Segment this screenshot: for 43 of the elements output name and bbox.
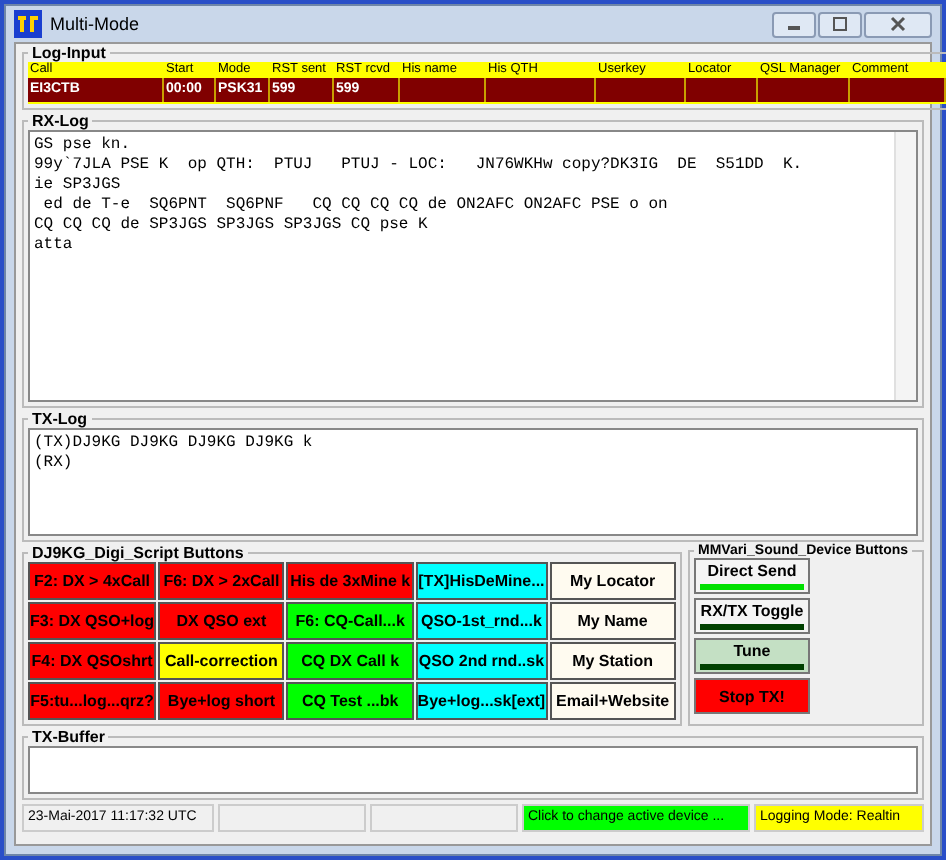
tx-buffer-field[interactable] <box>28 746 918 794</box>
tx-log-text[interactable]: (TX)DJ9KG DJ9KG DJ9KG DJ9KG k (RX) <box>28 428 918 536</box>
rx-log-text[interactable]: GS pse kn. 99y`7JLA PSE K op QTH: PTUJ PTUJ - LOC: JN76WKHw copy?DK3IG DE S51DD K. ie SP3JGS ed de T-e SQ6PNT SQ6PNF CQ CQ CQ CQ de ON2AFC ON2AFC PSE o on CQ CQ CQ de SP3JGS SP3JGS SP3JGS CQ pse K atta <box>28 130 918 402</box>
script-button[interactable]: CQ DX Call k <box>286 642 414 680</box>
group-title: Log-Input <box>30 44 108 62</box>
script-button[interactable]: Email+Website <box>549 682 676 720</box>
scrollbar[interactable] <box>894 132 916 400</box>
script-button[interactable]: Bye+log short <box>158 682 285 720</box>
device-button[interactable]: Direct Send <box>694 558 810 594</box>
device-button[interactable]: Tune <box>694 638 810 674</box>
script-button[interactable]: F2: DX > 4xCall <box>28 562 157 600</box>
script-button[interactable]: DX QSO ext <box>158 602 285 640</box>
script-button[interactable]: Bye+log...sk[ext] <box>415 682 548 720</box>
script-button[interactable]: F4: DX QSOshrt <box>28 642 157 680</box>
group-title: RX-Log <box>30 112 91 130</box>
script-button[interactable]: F3: DX QSO+log <box>28 602 157 640</box>
button-label: RX/TX Toggle <box>700 602 804 622</box>
stop-button[interactable]: Stop TX! <box>694 678 810 714</box>
script-button[interactable]: My Locator <box>549 562 676 600</box>
device-button[interactable]: RX/TX Toggle <box>694 598 810 634</box>
script-button[interactable]: CQ Test ...bk <box>286 682 414 720</box>
app-icon <box>14 10 42 38</box>
button-label: Direct Send <box>707 562 797 582</box>
script-button[interactable]: F6: CQ-Call...k <box>286 602 414 640</box>
script-button[interactable]: His de 3xMine k <box>286 562 414 600</box>
button-label: Tune <box>733 642 771 662</box>
script-button[interactable]: Call-correction <box>158 642 285 680</box>
window-title: Multi-Mode <box>50 14 140 34</box>
script-button[interactable]: QSO 2nd rnd..sk <box>415 642 548 680</box>
script-button[interactable]: [TX]HisDeMine... <box>415 562 548 600</box>
minimize-button[interactable] <box>772 11 816 37</box>
script-button[interactable]: F6: DX > 2xCall <box>158 562 285 600</box>
close-button[interactable] <box>864 11 932 37</box>
maximize-button[interactable] <box>818 11 862 37</box>
group-title: TX-Log <box>30 410 90 428</box>
group-title: DJ9KG_Digi_Script Buttons <box>30 544 246 562</box>
group-title: TX-Buffer <box>30 728 107 746</box>
close-icon <box>890 16 906 32</box>
maximize-icon <box>832 16 848 32</box>
script-button[interactable]: My Name <box>549 602 676 640</box>
script-button[interactable]: My Station <box>549 642 676 680</box>
script-button[interactable]: QSO-1st_rnd...k <box>415 602 548 640</box>
script-button[interactable]: F5:tu...log...qrz? <box>28 682 157 720</box>
